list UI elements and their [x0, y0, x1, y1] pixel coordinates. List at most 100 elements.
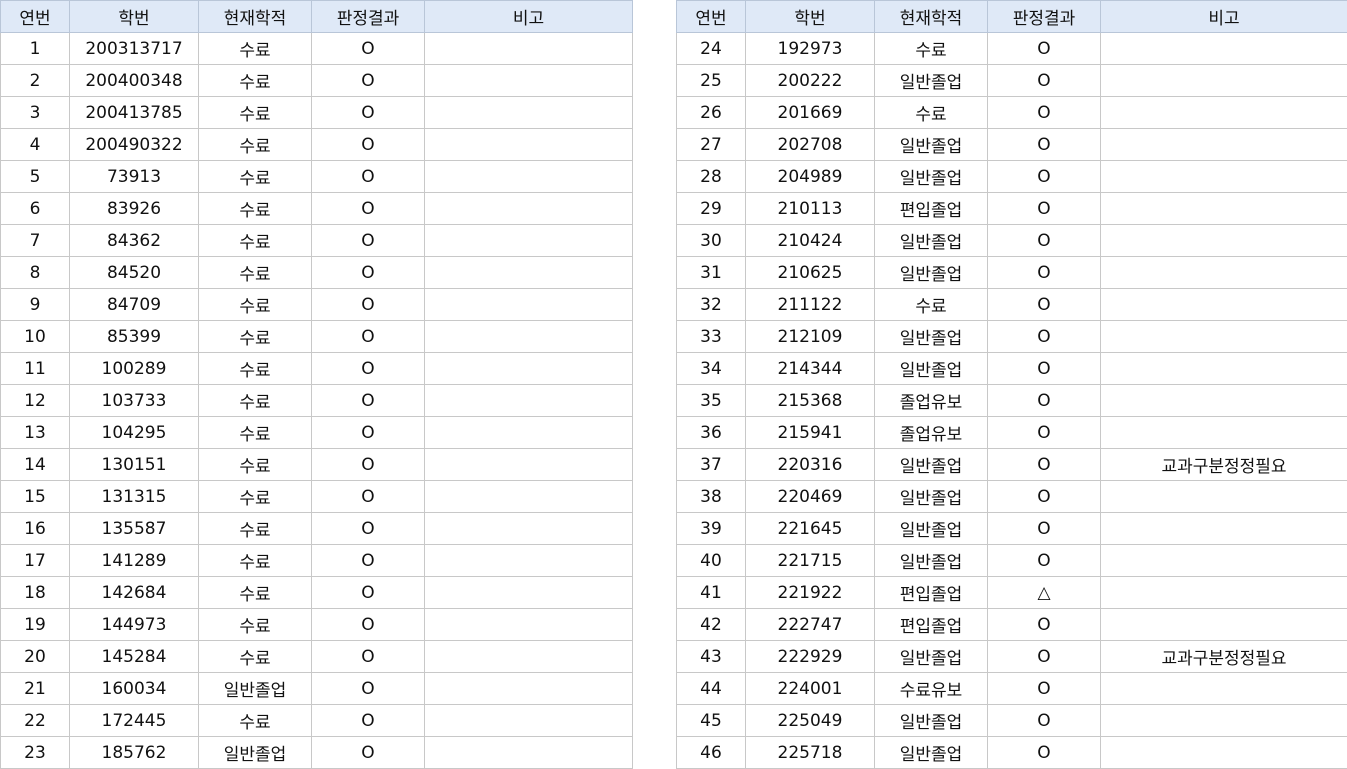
cell-status[interactable]: 수료 [198, 96, 312, 129]
cell-student-id[interactable]: 221922 [745, 576, 875, 609]
cell-result[interactable]: O [311, 416, 425, 449]
cell-status[interactable]: 수료 [198, 288, 312, 321]
cell-student-id[interactable]: 220316 [745, 448, 875, 481]
cell-student-id[interactable]: 210424 [745, 224, 875, 257]
cell-student-id[interactable]: 212109 [745, 320, 875, 353]
cell-status[interactable]: 수료 [198, 480, 312, 513]
cell-status[interactable]: 일반졸업 [874, 736, 988, 769]
cell-note[interactable] [1100, 384, 1347, 417]
cell-note[interactable] [1100, 288, 1347, 321]
cell-status[interactable]: 일반졸업 [874, 640, 988, 673]
cell-result[interactable]: O [311, 192, 425, 225]
cell-no[interactable]: 19 [0, 608, 70, 641]
cell-status[interactable]: 수료 [198, 416, 312, 449]
cell-result[interactable]: O [987, 544, 1101, 577]
cell-no[interactable]: 34 [676, 352, 746, 385]
cell-note[interactable] [1100, 64, 1347, 97]
cell-status[interactable]: 수료 [198, 256, 312, 289]
cell-no[interactable]: 33 [676, 320, 746, 353]
cell-no[interactable]: 7 [0, 224, 70, 257]
cell-student-id[interactable]: 200413785 [69, 96, 199, 129]
cell-result[interactable]: O [987, 384, 1101, 417]
cell-student-id[interactable]: 211122 [745, 288, 875, 321]
cell-result[interactable]: O [987, 64, 1101, 97]
cell-result[interactable]: O [311, 64, 425, 97]
cell-no[interactable]: 38 [676, 480, 746, 513]
cell-result[interactable]: O [311, 384, 425, 417]
cell-status[interactable]: 수료 [198, 544, 312, 577]
cell-note[interactable] [1100, 352, 1347, 385]
cell-note[interactable] [1100, 480, 1347, 513]
cell-status[interactable]: 수료 [198, 608, 312, 641]
cell-student-id[interactable]: 215368 [745, 384, 875, 417]
cell-no[interactable]: 10 [0, 320, 70, 353]
cell-no[interactable]: 18 [0, 576, 70, 609]
cell-note[interactable] [424, 96, 633, 129]
cell-student-id[interactable]: 160034 [69, 672, 199, 705]
cell-student-id[interactable]: 85399 [69, 320, 199, 353]
cell-status[interactable]: 일반졸업 [874, 352, 988, 385]
cell-no[interactable]: 35 [676, 384, 746, 417]
cell-note[interactable]: 교과구분정정필요 [1100, 640, 1347, 673]
cell-no[interactable]: 14 [0, 448, 70, 481]
cell-student-id[interactable]: 215941 [745, 416, 875, 449]
cell-note[interactable] [424, 64, 633, 97]
cell-note[interactable] [424, 544, 633, 577]
cell-status[interactable]: 수료 [874, 32, 988, 65]
cell-student-id[interactable]: 192973 [745, 32, 875, 65]
cell-status[interactable]: 수료 [874, 288, 988, 321]
cell-note[interactable] [424, 160, 633, 193]
cell-result[interactable]: O [987, 416, 1101, 449]
cell-no[interactable]: 15 [0, 480, 70, 513]
cell-student-id[interactable]: 172445 [69, 704, 199, 737]
cell-student-id[interactable]: 224001 [745, 672, 875, 705]
cell-status[interactable]: 일반졸업 [874, 320, 988, 353]
cell-result[interactable]: O [311, 32, 425, 65]
cell-no[interactable]: 25 [676, 64, 746, 97]
cell-result[interactable]: O [987, 352, 1101, 385]
cell-result[interactable]: O [311, 544, 425, 577]
cell-no[interactable]: 28 [676, 160, 746, 193]
cell-result[interactable]: O [987, 160, 1101, 193]
cell-note[interactable] [1100, 576, 1347, 609]
cell-result[interactable]: O [311, 672, 425, 705]
cell-result[interactable]: O [311, 576, 425, 609]
cell-result[interactable]: O [987, 704, 1101, 737]
cell-student-id[interactable]: 103733 [69, 384, 199, 417]
cell-note[interactable] [1100, 32, 1347, 65]
cell-result[interactable]: O [987, 96, 1101, 129]
cell-no[interactable]: 4 [0, 128, 70, 161]
cell-no[interactable]: 36 [676, 416, 746, 449]
cell-no[interactable]: 24 [676, 32, 746, 65]
cell-status[interactable]: 수료 [198, 384, 312, 417]
cell-status[interactable]: 수료 [198, 704, 312, 737]
cell-result[interactable]: O [311, 480, 425, 513]
cell-result[interactable]: O [311, 640, 425, 673]
cell-note[interactable] [424, 352, 633, 385]
cell-status[interactable]: 수료유보 [874, 672, 988, 705]
cell-student-id[interactable]: 214344 [745, 352, 875, 385]
cell-student-id[interactable]: 221715 [745, 544, 875, 577]
cell-no[interactable]: 31 [676, 256, 746, 289]
cell-note[interactable] [1100, 672, 1347, 705]
cell-student-id[interactable]: 202708 [745, 128, 875, 161]
cell-status[interactable]: 수료 [198, 352, 312, 385]
cell-status[interactable]: 수료 [198, 640, 312, 673]
cell-no[interactable]: 46 [676, 736, 746, 769]
cell-note[interactable] [424, 320, 633, 353]
cell-note[interactable] [424, 736, 633, 769]
cell-student-id[interactable]: 225718 [745, 736, 875, 769]
cell-note[interactable] [1100, 704, 1347, 737]
cell-note[interactable] [424, 608, 633, 641]
cell-student-id[interactable]: 225049 [745, 704, 875, 737]
cell-student-id[interactable]: 222747 [745, 608, 875, 641]
header-student-id[interactable]: 학번 [69, 0, 199, 33]
cell-status[interactable]: 수료 [198, 192, 312, 225]
cell-no[interactable]: 23 [0, 736, 70, 769]
header-status[interactable]: 현재학적 [874, 0, 988, 33]
cell-status[interactable]: 일반졸업 [198, 736, 312, 769]
header-note[interactable]: 비고 [424, 0, 633, 33]
cell-student-id[interactable]: 210113 [745, 192, 875, 225]
cell-result[interactable]: O [311, 320, 425, 353]
cell-result[interactable]: O [987, 192, 1101, 225]
